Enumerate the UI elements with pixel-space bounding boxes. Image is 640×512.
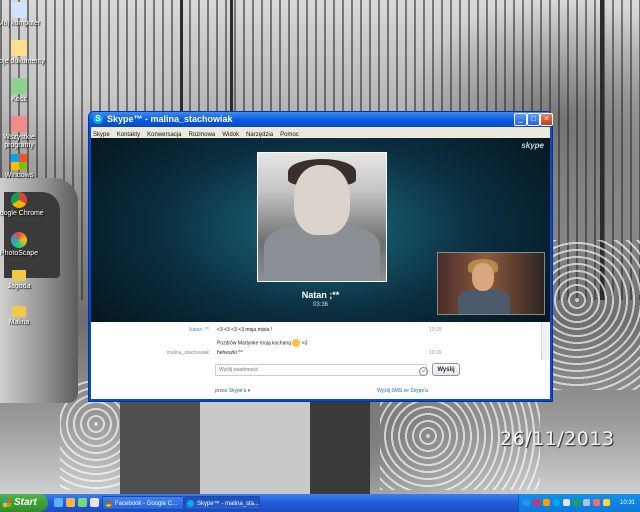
show-desktop-icon[interactable]	[54, 498, 63, 507]
desktop-icon-my-computer[interactable]: Mój komputer	[0, 2, 48, 28]
media-player-icon[interactable]	[66, 498, 75, 507]
chat-pane: Natan ;** <3 <3 <3 <3 moja misia ! 10:29…	[91, 322, 550, 399]
skype-icon: S	[93, 114, 103, 124]
chrome-icon	[11, 192, 27, 208]
send-sms-link[interactable]: Wyślij SMS ze Skype'a	[377, 388, 428, 394]
person-photo	[120, 400, 200, 494]
title-bar[interactable]: S Skype™ - malina_stachowiak _ □ ×	[89, 112, 553, 127]
menu-bar: Skype Kontakty Konwersacja Rozmowa Widok…	[91, 127, 550, 138]
windows-icon	[11, 154, 27, 170]
skype-tray-icon[interactable]	[553, 499, 560, 506]
message-text: <3 <3 <3 <3 moja misia !	[217, 327, 273, 333]
quick-launch-icon[interactable]	[90, 498, 99, 507]
folder-icon	[12, 270, 26, 281]
tray-icon[interactable]	[543, 499, 550, 506]
snow-patch	[550, 240, 640, 390]
person-photo	[200, 395, 320, 494]
self-video-preview[interactable]	[437, 252, 545, 315]
volume-icon[interactable]	[583, 499, 590, 506]
clock[interactable]: 10:31	[620, 494, 635, 512]
desktop-icon-folder-malina[interactable]: Malina	[0, 306, 48, 327]
network-icon[interactable]	[563, 499, 570, 506]
taskbar-item-skype[interactable]: Skype™ - malina_sta...	[184, 496, 260, 510]
explorer-icon[interactable]	[78, 498, 87, 507]
taskbar: Start Facebook - Google C... Skype™ - ma…	[0, 494, 640, 512]
chat-scrollbar[interactable]	[541, 322, 549, 360]
minimize-button[interactable]: _	[514, 113, 527, 126]
tray-icon[interactable]	[533, 499, 540, 506]
tray-icon[interactable]	[523, 499, 530, 506]
documents-icon	[11, 40, 27, 56]
start-button[interactable]: Start	[0, 494, 48, 512]
desktop-icon-all-programs[interactable]: Wszystkie programy	[0, 116, 48, 150]
send-button[interactable]: Wyślij	[432, 363, 460, 376]
desktop-icon-my-documents[interactable]: Moje dokumenty	[0, 40, 48, 66]
desktop-icon-google-chrome[interactable]: Google Chrome	[0, 192, 48, 218]
message-text: heheszki ^^	[217, 350, 243, 356]
smiley-emoticon-icon	[292, 339, 301, 347]
video-call-pane: skype Natan ;** 03:36	[91, 138, 550, 322]
message-sender[interactable]: malina_stachowiak	[91, 350, 209, 357]
close-button[interactable]: ×	[540, 113, 553, 126]
window-title: Skype™ - malina_stachowiak	[107, 114, 233, 124]
tree-trunk	[230, 0, 233, 120]
tree-trunk	[180, 0, 183, 120]
antivirus-icon[interactable]	[573, 499, 580, 506]
skype-logo: skype	[521, 141, 544, 150]
desktop-icon-windows[interactable]: Windows	[0, 154, 48, 180]
taskbar-item-chrome[interactable]: Facebook - Google C...	[102, 496, 184, 510]
photo-date-stamp: 26/11/2013	[500, 428, 615, 450]
desktop-icon-folder-jagoda[interactable]: Jagoda	[0, 270, 48, 291]
person-photo	[310, 400, 370, 494]
message-time: 10:29	[429, 350, 442, 356]
send-via-selector[interactable]: przez Skype'a ▾	[215, 388, 250, 394]
system-tray: 10:31	[518, 494, 640, 512]
tray-icon[interactable]	[593, 499, 600, 506]
message-sender[interactable]: Natan ;**	[91, 327, 209, 334]
message-input[interactable]	[215, 364, 427, 376]
programs-icon	[11, 116, 27, 132]
desktop-icon-recycle-bin[interactable]: Kosz	[0, 78, 48, 104]
chevron-down-icon: ▾	[247, 388, 251, 394]
computer-icon	[11, 2, 27, 18]
photoscape-icon	[11, 232, 27, 248]
windows-flag-icon	[3, 499, 11, 507]
maximize-button[interactable]: □	[527, 113, 540, 126]
recycle-bin-icon	[11, 78, 27, 94]
chrome-icon	[105, 500, 112, 507]
desktop-icon-photoscape[interactable]: PhotoScape	[0, 232, 48, 258]
contact-avatar	[257, 152, 387, 282]
emoticon-picker-icon[interactable]: ☺	[419, 367, 428, 376]
message-text: Pozdrów Martynke moją kochaną <3	[217, 339, 308, 347]
folder-icon	[12, 306, 26, 317]
message-time: 10:29	[429, 327, 442, 333]
skype-window: S Skype™ - malina_stachowiak _ □ × Skype…	[88, 111, 553, 402]
tray-icon[interactable]	[603, 499, 610, 506]
skype-icon	[187, 500, 194, 507]
